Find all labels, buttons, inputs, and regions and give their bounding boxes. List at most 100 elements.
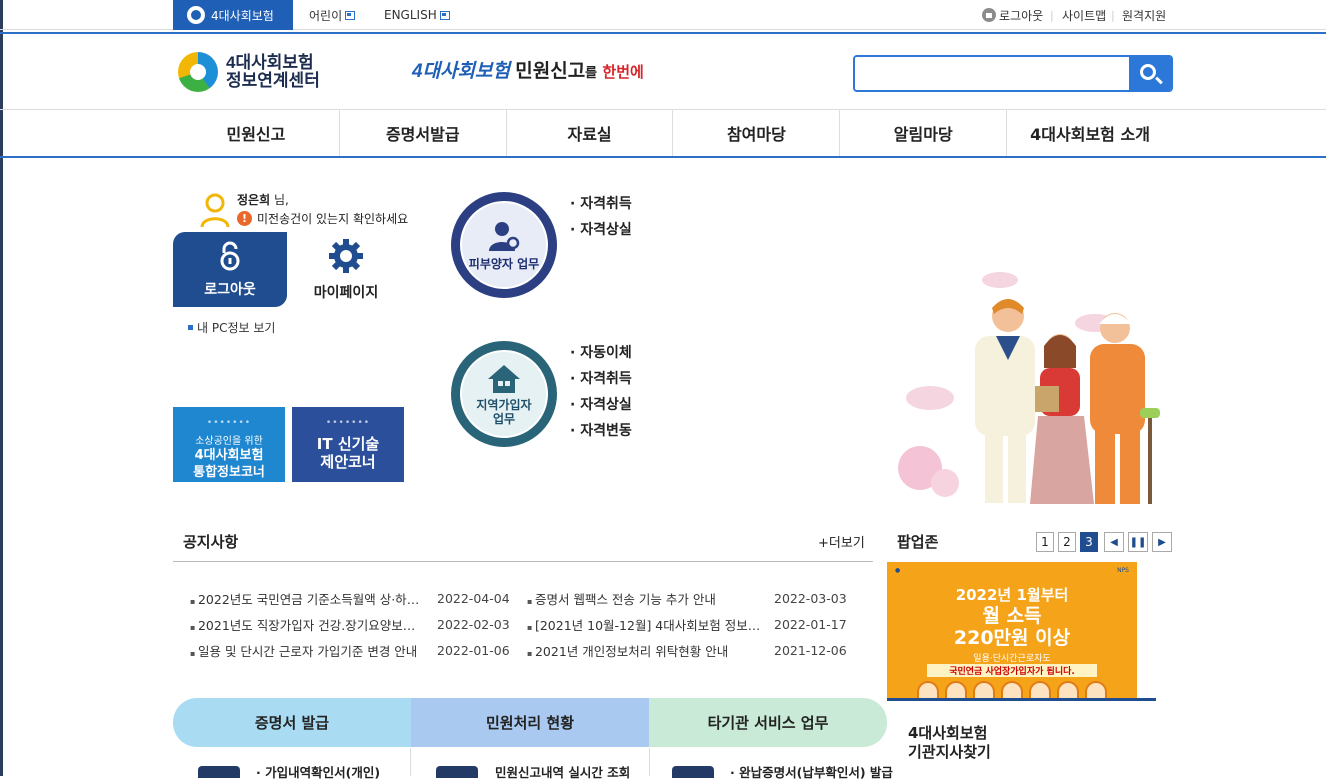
regional-service-button[interactable]: 지역가입자 업무	[451, 341, 557, 447]
notice-list-right: 증명서 웹팩스 전송 기능 추가 안내 2022-03-03 [2021년 10…	[527, 585, 874, 663]
task-link[interactable]: 자격변동	[570, 418, 632, 444]
monitor-icon	[436, 766, 478, 778]
nav-item-participation[interactable]: 참여마당	[672, 110, 839, 156]
notice-date: 2022-01-17	[774, 616, 847, 632]
padlock-icon	[220, 241, 240, 270]
nav-underline	[0, 156, 1326, 158]
banner-dots: •••••••	[325, 418, 371, 428]
pc-info-label: 내 PC정보 보기	[197, 321, 276, 335]
notice-row[interactable]: 2022년도 국민연금 기준소득월액 상·하한액 조정 안내 2022-04-0…	[190, 585, 537, 611]
separator: |	[1050, 8, 1054, 22]
notice-row[interactable]: [2021년 10월-12월] 4대사회보험 정보연계센터 처리현황 2022-…	[527, 611, 874, 637]
logo-mark-icon	[178, 52, 218, 92]
window-edge	[0, 0, 3, 776]
notice-date: 2022-01-06	[437, 642, 510, 658]
remote-support-link[interactable]: 원격지원	[1122, 0, 1166, 30]
user-greeting: 정은희 님,	[237, 191, 289, 208]
swirl-logo-icon	[187, 6, 205, 24]
task-link[interactable]: 자격상실	[570, 392, 632, 418]
gov-logo-icon: ●	[895, 567, 901, 574]
popup-page-3[interactable]: 3	[1080, 532, 1098, 552]
bottom-tab-bar: 증명서 발급 민원처리 현황 타기관 서비스 업무	[173, 698, 887, 747]
nav-item-notice[interactable]: 알림마당	[839, 110, 1006, 156]
popup-line3: 220만원 이상	[953, 627, 1071, 649]
nav-item-library[interactable]: 자료실	[505, 110, 673, 156]
certificate-sub-item[interactable]: · 가입내역확인서(개인)	[256, 762, 380, 781]
lock-icon	[982, 8, 996, 22]
pc-info-link[interactable]: 내 PC정보 보기	[188, 319, 275, 336]
popup-line1: 2022년 1월부터	[955, 586, 1069, 604]
notice-title-text: 일용 및 단시간 근로자 가입기준 변경 안내	[190, 641, 424, 660]
logout-link[interactable]: 로그아웃	[982, 0, 1043, 30]
notice-date: 2022-02-03	[437, 616, 510, 632]
site-logo[interactable]: 4대사회보험 정보연계센터	[178, 52, 320, 92]
task-link[interactable]: 자격상실	[570, 217, 632, 243]
kids-link[interactable]: 어린이	[309, 0, 356, 30]
dependent-service-label: 피부양자 업무	[468, 257, 540, 271]
regional-service-label2: 업무	[492, 411, 516, 426]
new-window-icon	[439, 10, 450, 20]
tab-other-agency[interactable]: 타기관 서비스 업무	[649, 698, 887, 747]
it-proposal-banner[interactable]: ••••••• IT 신기술 제안코너	[292, 407, 404, 482]
banner1-small: 소상공인을 위한	[195, 436, 263, 447]
popup-agency-logos: ● NPS	[887, 562, 1137, 579]
slogan-blue: 4대사회보험	[412, 61, 510, 82]
banner1-line2: 통합정보코너	[193, 465, 265, 480]
logout-button[interactable]: 로그아웃	[173, 232, 287, 307]
notice-title-text: 2022년도 국민연금 기준소득월액 상·하한액 조정 안내	[190, 589, 424, 608]
notice-date: 2021-12-06	[774, 642, 847, 658]
main-nav: 민원신고 증명서발급 자료실 참여마당 알림마당 4대사회보험 소개	[173, 110, 1173, 156]
notice-more-link[interactable]: +더보기	[818, 532, 865, 551]
search-button[interactable]	[1129, 57, 1171, 90]
task-link[interactable]: 자격취득	[570, 191, 632, 217]
popup-banner-image[interactable]: ● NPS 2022년 1월부터 월 소득 220만원 이상 일용·단시간근로자…	[887, 562, 1137, 698]
unsent-warning: ! 미전송건이 있는지 확인하세요	[237, 210, 408, 227]
notice-row[interactable]: 2021년 개인정보처리 위탁현황 안내 2021-12-06	[527, 637, 874, 663]
nav-item-about[interactable]: 4대사회보험 소개	[1006, 110, 1173, 156]
popup-line5: 국민연금 사업장가입자가 됩니다.	[927, 664, 1097, 677]
remote-support-label: 원격지원	[1122, 8, 1167, 23]
branch-finder-link[interactable]: 4대사회보험 기관지사찾기	[908, 724, 991, 762]
receipt-icon	[672, 766, 714, 778]
tab-4insurance[interactable]: 4대사회보험	[173, 0, 293, 30]
notice-row[interactable]: 증명서 웹팩스 전송 기능 추가 안내 2022-03-03	[527, 585, 874, 611]
popup-line4: 일용·단시간근로자도	[973, 654, 1051, 664]
pause-icon[interactable]: ❚❚	[1128, 532, 1148, 552]
notice-row[interactable]: 2021년도 직장가입자 건강.장기요양보험료 정산 안내 2022-02-03	[190, 611, 537, 637]
other-agency-sub-item[interactable]: · 완납증명서(납부확인서) 발급	[730, 762, 893, 781]
popup-page-2[interactable]: 2	[1058, 532, 1076, 552]
logo-line1: 4대사회보험	[226, 53, 314, 72]
mypage-button-label: 마이페이지	[313, 284, 379, 301]
tab-certificate[interactable]: 증명서 발급	[173, 698, 411, 747]
popup-underline	[887, 698, 1156, 701]
task-link[interactable]: 자격취득	[570, 366, 632, 392]
prev-arrow-icon[interactable]: ◀	[1104, 532, 1124, 552]
notice-row[interactable]: 일용 및 단시간 근로자 가입기준 변경 안내 2022-01-06	[190, 637, 537, 663]
search-input[interactable]	[855, 57, 1129, 90]
slogan-red: 한번에	[602, 64, 644, 81]
nav-item-certificate[interactable]: 증명서발급	[338, 110, 506, 156]
nav-item-complaint[interactable]: 민원신고	[173, 110, 339, 156]
next-arrow-icon[interactable]: ▶	[1152, 532, 1172, 552]
gear-icon	[329, 238, 363, 273]
search-box	[853, 55, 1173, 92]
nps-logo-icon: NPS	[1117, 567, 1129, 574]
sitemap-link[interactable]: 사이트맵	[1062, 0, 1106, 30]
banner2-line2: 제안코너	[320, 453, 376, 471]
branch-line1: 4대사회보험	[908, 724, 988, 742]
english-link-label: ENGLISH	[384, 8, 437, 22]
task-link[interactable]: 자동이체	[570, 340, 632, 366]
english-link[interactable]: ENGLISH	[384, 0, 450, 30]
popup-page-1[interactable]: 1	[1036, 532, 1054, 552]
complaint-sub-item[interactable]: 민원신고내역 실시간 조회	[495, 762, 630, 781]
notice-divider	[173, 561, 873, 562]
smallbiz-banner[interactable]: ••••••• 소상공인을 위한 4대사회보험 통합정보코너	[173, 407, 285, 482]
popup-people-illustration	[887, 681, 1137, 698]
unsent-warning-text: 미전송건이 있는지 확인하세요	[257, 212, 409, 226]
tab-complaint-status[interactable]: 민원처리 현황	[411, 698, 649, 747]
bullet-icon	[188, 325, 193, 330]
mypage-button[interactable]: 마이페이지	[289, 232, 403, 307]
user-icon	[200, 193, 230, 228]
branch-line2: 기관지사찾기	[908, 743, 991, 761]
dependent-service-button[interactable]: 피부양자 업무	[451, 192, 557, 298]
